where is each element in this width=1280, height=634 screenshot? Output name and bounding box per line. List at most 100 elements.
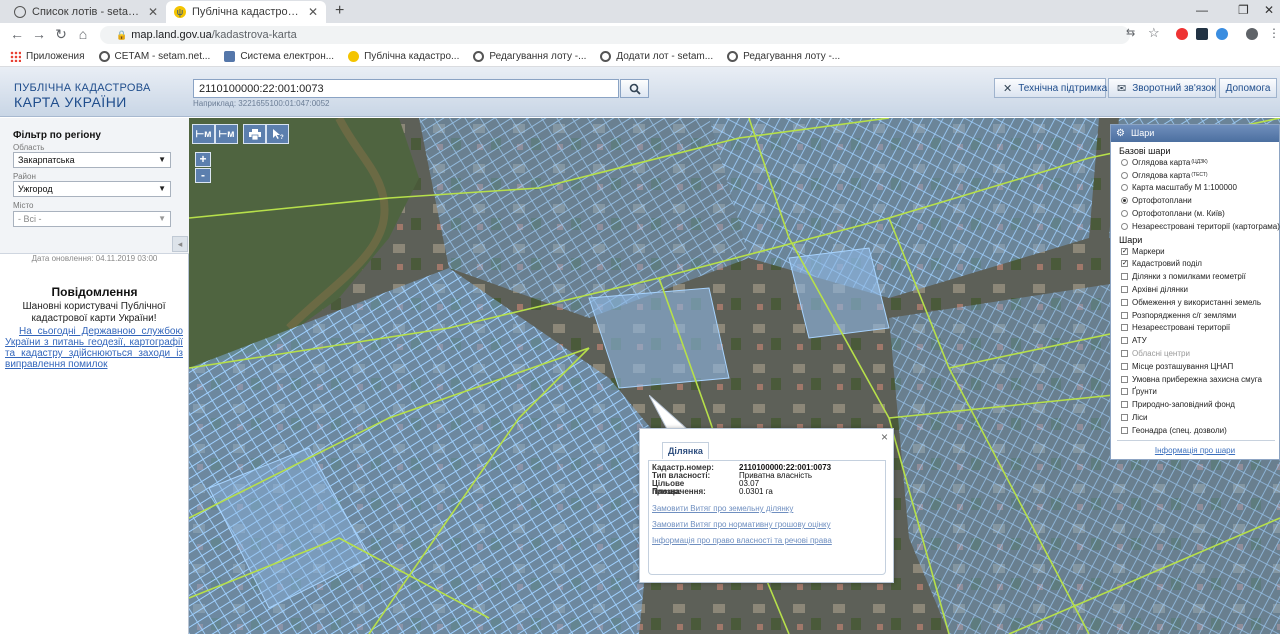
checkbox[interactable]: ✓ [1121,260,1128,268]
restore-icon[interactable]: ❐ [1238,3,1249,17]
checkbox[interactable] [1121,350,1128,358]
cadastral-search-input[interactable] [193,79,619,98]
overlay-layer-option[interactable]: Незареєстровані території [1111,322,1279,335]
checkbox[interactable] [1121,311,1128,319]
menu-dots-icon[interactable]: ⋮ [1268,26,1280,40]
overlay-layer-label: Обласні центри [1132,349,1190,359]
close-icon[interactable]: × [881,430,888,444]
star-icon[interactable]: ☆ [1148,25,1160,41]
base-layer-option[interactable]: Незареєстровані території (картограма) [1111,220,1280,233]
base-layer-option[interactable]: Оглядова карта (ЦДЗК) [1111,156,1279,169]
overlay-layer-option[interactable]: Природно-заповідний фонд [1111,398,1279,411]
radio-button[interactable] [1121,171,1128,179]
base-layer-option[interactable]: Карта масштабу М 1:100000 [1111,182,1279,195]
bookmark-system[interactable]: Система електрон... [224,50,334,62]
checkbox[interactable] [1121,298,1128,306]
identify-button[interactable]: ? [266,124,289,144]
radio-button[interactable] [1121,158,1128,166]
base-layer-option[interactable]: Оглядова карта (ТЕСТ) [1111,169,1279,182]
checkbox[interactable] [1121,337,1128,345]
order-valuation-extract-link[interactable]: Замовити Витяг про нормативну грошову оц… [652,520,831,529]
profile-icon[interactable] [1246,28,1258,40]
ownership-info-link[interactable]: Інформація про право власності та речові… [652,536,832,545]
logo-line-2[interactable]: КАРТА УКРАЇНИ [14,94,127,110]
search-button[interactable] [620,79,649,98]
overlay-layer-option[interactable]: ✓ Маркери [1111,245,1279,258]
extension-icon[interactable] [1196,28,1208,40]
layers-header[interactable]: ⚙ Шари [1111,125,1279,142]
overlay-layer-option[interactable]: Умовна прибережна захисна смуга [1111,373,1279,386]
checkbox[interactable] [1121,388,1128,396]
translate-icon[interactable]: ⇆ [1126,26,1135,39]
checkbox[interactable]: ✓ [1121,247,1128,255]
new-tab-button[interactable]: + [335,2,344,20]
bookmark-cadastral[interactable]: Публічна кадастро... [348,50,459,62]
bookmark-add-lot[interactable]: Додати лот - setam... [600,50,713,62]
tech-support-button[interactable]: ✕ Технічна підтримка [994,78,1107,98]
overlay-layer-option[interactable]: Ліси [1111,411,1279,424]
notice-link[interactable]: На сьогодні Державною службою України з … [5,326,183,370]
tab-setam[interactable]: Список лотів - setam.net.ua ✕ [6,1,166,23]
oblast-value: Закарпатська [18,155,75,165]
system-icon [224,50,236,62]
overlay-layer-option[interactable]: Обмеження у використанні земель [1111,296,1279,309]
print-button[interactable] [243,124,266,144]
zoom-in-button[interactable]: + [195,152,211,167]
radio-button[interactable] [1121,210,1128,218]
map-view[interactable]: ⊢м ⊢м ? + - ⚙ Шари Базові шари Оглядова к… [189,118,1280,634]
help-button[interactable]: Допомога [1219,78,1277,98]
bookmark-edit-lot-2[interactable]: Редагування лоту -... [727,50,840,62]
radio-button[interactable] [1121,197,1128,205]
checkbox[interactable] [1121,375,1128,383]
home-icon[interactable]: ⌂ [72,26,94,42]
overlay-layer-option[interactable]: Ґрунти [1111,386,1279,399]
order-parcel-extract-link[interactable]: Замовити Витяг про земельну ділянку [652,504,793,513]
feedback-button[interactable]: ✉ Зворотний зв'язок [1108,78,1216,98]
close-tab-icon[interactable]: ✕ [308,5,318,19]
layers-info-link[interactable]: Інформація про шари [1111,446,1279,455]
radio-button[interactable] [1121,184,1128,192]
forward-icon[interactable]: → [28,26,50,42]
raion-select[interactable]: Ужгород ▼ [13,181,171,197]
measure-area-button[interactable]: ⊢м [215,124,238,144]
base-layer-option[interactable]: Ортофотоплани [1111,194,1279,207]
logo-line-1[interactable]: ПУБЛІЧНА КАДАСТРОВА [14,82,151,94]
checkbox[interactable] [1121,401,1128,409]
base-layer-option[interactable]: Ортофотоплани (м. Київ) [1111,207,1279,220]
zoom-out-button[interactable]: - [195,168,211,183]
checkbox[interactable] [1121,362,1128,370]
radio-button[interactable] [1121,222,1128,230]
oblast-select[interactable]: Закарпатська ▼ [13,152,171,168]
checkbox[interactable] [1121,273,1128,281]
overlay-layer-option[interactable]: Ділянки з помилками геометрії [1111,270,1279,283]
url-field[interactable]: 🔒 map.land.gov.ua/kadastrova-karta [100,26,1130,44]
minimize-icon[interactable]: — [1196,3,1208,17]
checkbox[interactable] [1121,324,1128,332]
extension-globe-icon[interactable] [1216,28,1228,40]
collapse-sidebar-button[interactable]: ◂ [172,236,188,252]
checkbox[interactable] [1121,426,1128,434]
overlay-layer-option[interactable]: Розпорядження с/г землями [1111,309,1279,322]
reload-icon[interactable]: ↻ [50,26,72,43]
overlay-layer-option[interactable]: Геонадра (спец. дозволи) [1111,424,1279,437]
opera-extension-icon[interactable] [1176,28,1188,40]
bookmark-apps[interactable]: Приложения [10,50,85,62]
region-filter: Фільтр по регіону Область Закарпатська ▼ … [0,118,189,254]
tab-cadastral-map[interactable]: ψ Публічна кадастрова карта Укр... ✕ [166,1,326,23]
checkbox[interactable] [1121,414,1128,422]
overlay-layer-option[interactable]: АТУ [1111,334,1279,347]
tab-parcel[interactable]: Ділянка [662,442,709,459]
city-select[interactable]: - Всі - ▼ [13,211,171,227]
close-tab-icon[interactable]: ✕ [148,5,158,19]
close-window-icon[interactable]: ✕ [1264,3,1274,17]
back-icon[interactable]: ← [6,26,28,42]
measure-length-button[interactable]: ⊢м [192,124,215,144]
overlay-layer-option[interactable]: ✓ Кадастровий поділ [1111,258,1279,271]
sidebar: Фільтр по регіону Область Закарпатська ▼ … [0,118,189,634]
bookmark-edit-lot[interactable]: Редагування лоту -... [473,50,586,62]
overlay-layer-option[interactable]: Обласні центри [1111,347,1279,360]
checkbox[interactable] [1121,286,1128,294]
overlay-layer-option[interactable]: Архівні ділянки [1111,283,1279,296]
overlay-layer-option[interactable]: Місце розташування ЦНАП [1111,360,1279,373]
bookmark-setam[interactable]: СЕТАМ - setam.net... [98,50,210,62]
